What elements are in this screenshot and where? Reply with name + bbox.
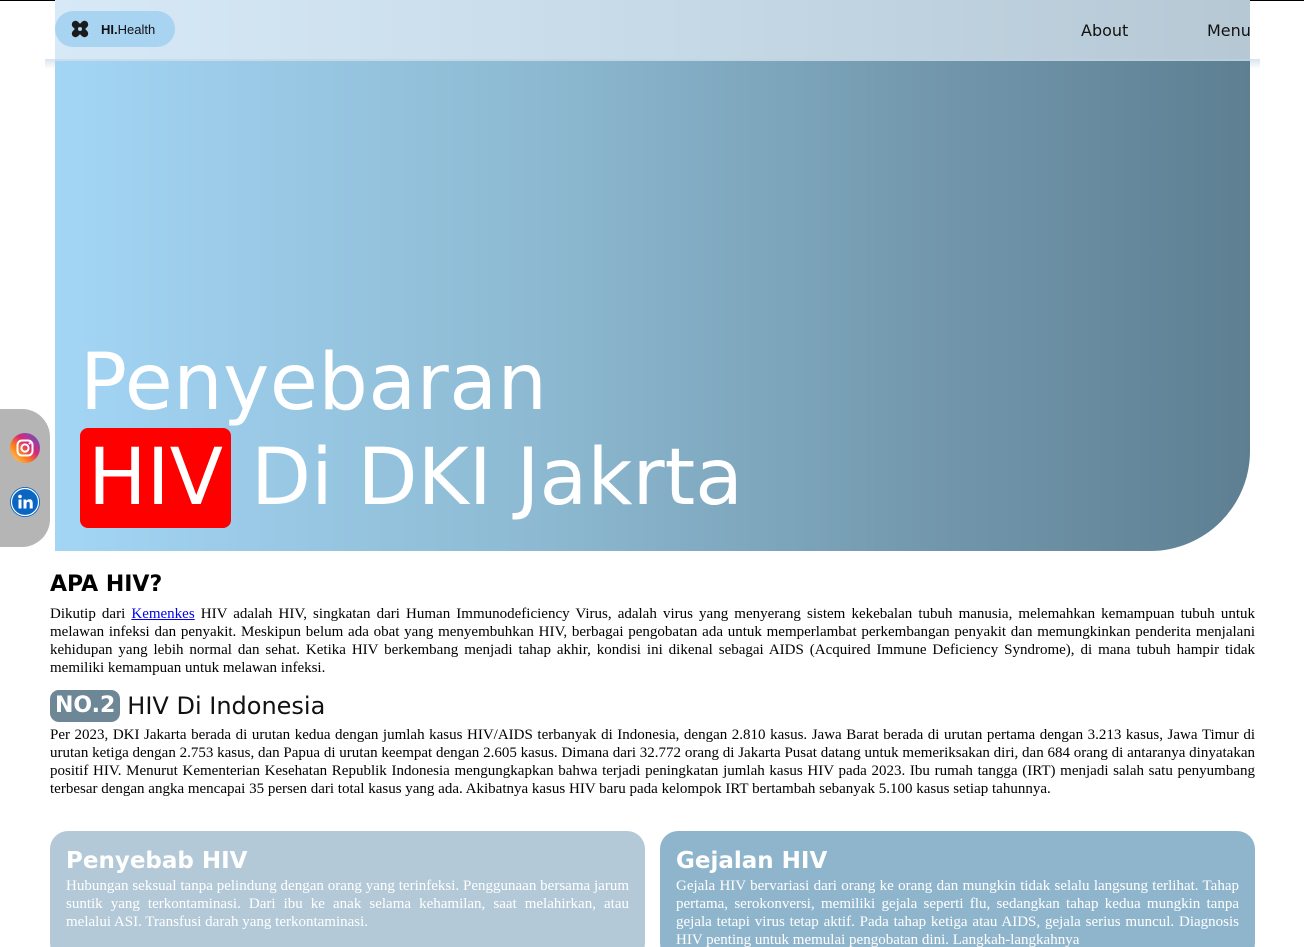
social-sidebar: [0, 409, 50, 547]
hero-highlight: HIV: [80, 428, 232, 528]
linkedin-icon[interactable]: [10, 487, 40, 517]
section-title-apa-hiv: APA HIV?: [50, 572, 163, 597]
nav-menu-link[interactable]: Menu: [1207, 21, 1251, 40]
apa-hiv-paragraph: Dikutip dari Kemenkes HIV adalah HIV, si…: [50, 605, 1255, 677]
rank-badge: NO.2: [50, 690, 121, 722]
paragraph-body: HIV adalah HIV, singkatan dari Human Imm…: [50, 606, 1255, 676]
logo-text: HI.Health: [101, 21, 156, 37]
hero-title-line2: HIV Di DKI Jakrta: [80, 428, 743, 528]
logo[interactable]: HI.Health: [55, 11, 175, 47]
card-body: Gejala HIV bervariasi dari orang ke oran…: [676, 878, 1239, 947]
card-title: Gejalan HIV: [676, 848, 828, 874]
card-body: Hubungan seksual tanpa pelindung dengan …: [66, 878, 629, 930]
hero-title-rest: Di DKI Jakrta: [251, 433, 743, 523]
hero-title-line1: Penyebaran: [80, 338, 548, 428]
card-title: Penyebab HIV: [66, 848, 248, 874]
nav-about-link[interactable]: About: [1081, 21, 1128, 40]
paragraph-prefix: Dikutip dari: [50, 606, 132, 622]
rank-heading: NO.2 HIV Di Indonesia: [50, 690, 325, 722]
instagram-icon[interactable]: [10, 433, 40, 463]
hiv-indonesia-paragraph: Per 2023, DKI Jakarta berada di urutan k…: [50, 727, 1255, 797]
navbar: [45, 0, 1260, 69]
kemenkes-link[interactable]: Kemenkes: [131, 606, 194, 622]
card-gejala: Gejalan HIV Gejala HIV bervariasi dari o…: [660, 831, 1255, 947]
rank-title: HIV Di Indonesia: [127, 692, 326, 720]
bandage-icon: [71, 20, 89, 38]
card-penyebab: Penyebab HIV Hubungan seksual tanpa peli…: [50, 831, 645, 947]
